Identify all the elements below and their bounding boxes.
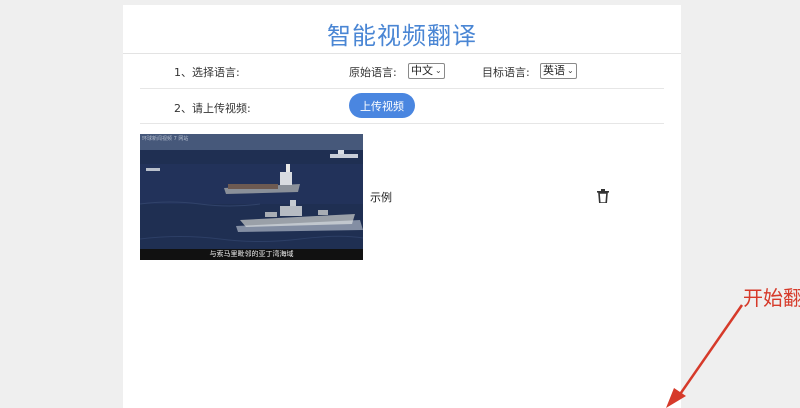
annotation-arrow-icon	[666, 304, 744, 408]
